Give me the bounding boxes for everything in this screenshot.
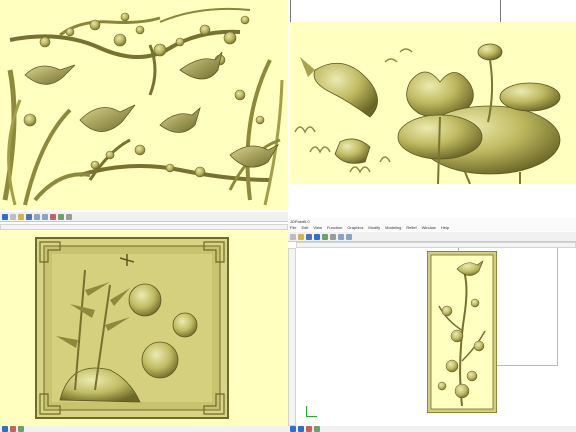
status-icon-5[interactable] (298, 426, 304, 432)
window-border-line (290, 0, 291, 22)
menu-items-bottom-right: File Edit View Function Graphics Modify … (288, 224, 576, 231)
window-border-line-2 (500, 0, 501, 22)
menu-window[interactable]: Window (422, 224, 436, 231)
save-icon[interactable] (26, 213, 32, 220)
redo-icon[interactable] (42, 213, 48, 220)
status-icon-3[interactable] (18, 426, 24, 432)
undo-icon[interactable] (34, 213, 40, 220)
bamboo-chrysanthemum-relief-image (0, 230, 288, 426)
redo-icon[interactable] (346, 233, 352, 240)
relief-panel-top-left (0, 0, 288, 210)
menu-function[interactable]: Function (327, 224, 342, 231)
koi-lotus-relief-image (294, 43, 561, 184)
new-file-icon[interactable] (290, 233, 296, 240)
undo-icon[interactable] (338, 233, 344, 240)
menu-help[interactable]: Help (441, 224, 449, 231)
window-icon[interactable] (2, 213, 8, 220)
pan-icon[interactable] (330, 233, 336, 240)
menu-view[interactable]: View (313, 224, 322, 231)
open-folder-icon[interactable] (18, 213, 24, 220)
menu-modeling[interactable]: Modeling (385, 224, 401, 231)
selection-line-h (492, 365, 558, 366)
status-icon-7[interactable] (314, 426, 320, 432)
menu-edit[interactable]: Edit (301, 224, 308, 231)
select-icon[interactable] (50, 213, 56, 220)
new-file-icon[interactable] (10, 213, 16, 220)
status-icon-4[interactable] (290, 426, 296, 432)
zoom-icon[interactable] (322, 233, 328, 240)
toolbar-bottom-left (0, 212, 288, 222)
menu-relief[interactable]: Relief (406, 224, 416, 231)
menu-file[interactable]: File (290, 224, 296, 231)
vertical-bird-flower-relief-image (427, 251, 497, 413)
open-folder-icon[interactable] (298, 233, 304, 240)
status-icon-1[interactable] (2, 426, 8, 432)
status-icon-6[interactable] (306, 426, 312, 432)
relief-panel-top-right (290, 22, 576, 184)
status-icon-2[interactable] (10, 426, 16, 432)
zoom-icon[interactable] (58, 213, 64, 220)
statusbar-bottom-left (0, 426, 288, 432)
canvas-bottom-right[interactable] (296, 248, 576, 426)
pan-icon[interactable] (66, 213, 72, 220)
save-icon[interactable] (306, 233, 312, 240)
birds-plum-relief-image (2, 7, 284, 206)
menu-modify[interactable]: Modify (368, 224, 380, 231)
origin-marker (306, 406, 317, 417)
select-icon[interactable] (314, 233, 320, 240)
toolbar-bottom-right (288, 232, 576, 242)
statusbar-bottom-right (288, 426, 576, 432)
selection-line-v2 (557, 248, 558, 366)
ruler-vertical-bottom-right (288, 248, 296, 426)
relief-panel-bottom-left (0, 230, 288, 426)
menu-graphics[interactable]: Graphics (347, 224, 363, 231)
